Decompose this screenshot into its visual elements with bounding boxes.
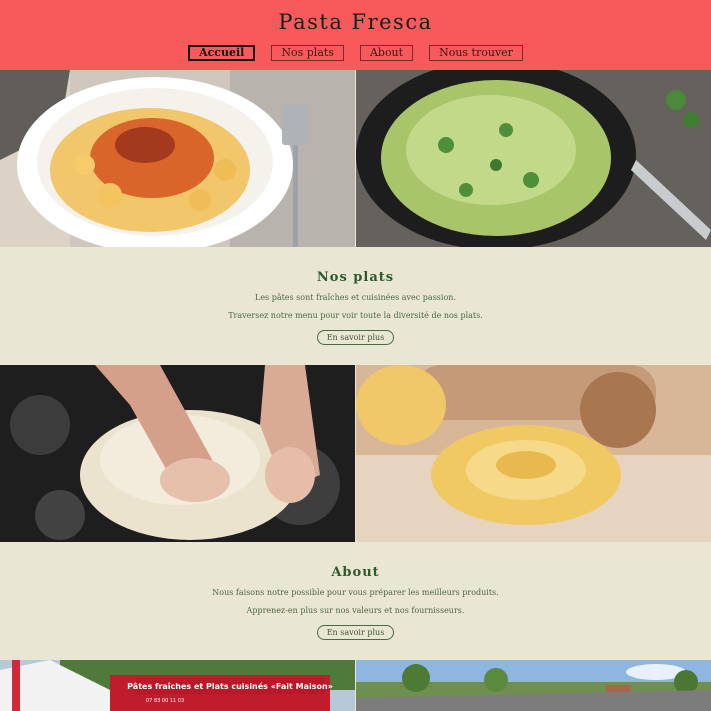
photo-row-top [0,70,711,247]
fresh-tagliatelle-photo [356,365,711,542]
nos-plats-more-button[interactable]: En savoir plus [316,330,395,345]
section-text-2: Traversez notre menu pour voir toute la … [228,311,483,320]
countryside-photo [356,660,711,711]
section-text-1: Les pâtes sont fraîches et cuisinées ave… [255,293,456,302]
truck-phone-text: 07 83 00 11 03 [146,698,184,704]
nav-accueil[interactable]: Accueil [188,45,256,61]
main-nav: Accueil Nos plats About Nous trouver [0,45,711,61]
site-title: Pasta Fresca [278,10,433,34]
photo-row-bottom: Pâtes fraîches et Plats cuisinés «Fait M… [0,660,711,711]
dough-kneading-photo [0,365,355,542]
pasta-pesto-photo [356,70,711,247]
nav-nos-plats[interactable]: Nos plats [271,45,344,61]
about-more-button[interactable]: En savoir plus [316,625,395,640]
section-text-2: Apprenez-en plus sur nos valeurs et nos … [246,606,465,615]
section-title: About [331,565,380,580]
nav-about[interactable]: About [359,45,414,61]
photo-row-middle [0,365,711,542]
nav-nous-trouver[interactable]: Nous trouver [429,45,523,61]
section-title: Nos plats [316,270,395,285]
food-truck-photo: Pâtes fraîches et Plats cuisinés «Fait M… [0,660,355,711]
pasta-bolognese-photo [0,70,355,247]
site-header: Pasta Fresca Accueil Nos plats About Nou… [0,0,711,70]
section-nos-plats: Nos plats Les pâtes sont fraîches et cui… [0,270,711,345]
section-text-1: Nous faisons notre possible pour vous pr… [212,588,499,597]
truck-sign-text: Pâtes fraîches et Plats cuisinés «Fait M… [127,681,333,691]
section-about: About Nous faisons notre possible pour v… [0,565,711,640]
